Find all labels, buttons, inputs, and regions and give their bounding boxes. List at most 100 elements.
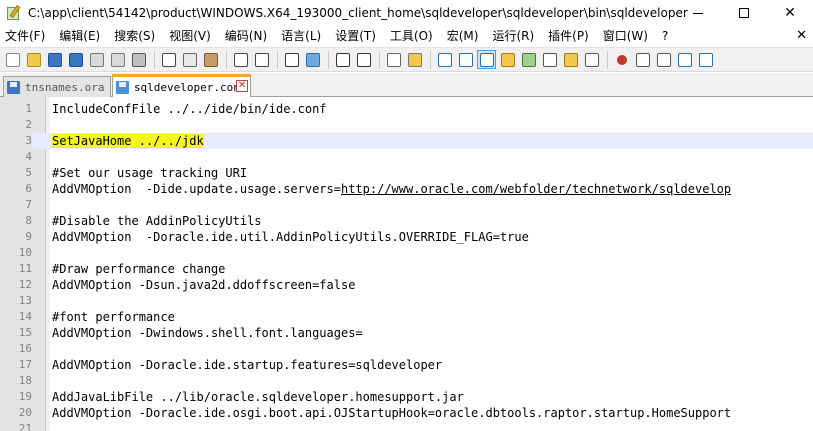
code-line[interactable]: 15 AddVMOption -Dwindows.shell.font.langu…: [0, 325, 813, 341]
line-code: #Set our usage tracking URI: [52, 166, 248, 180]
stop-record-button[interactable]: [633, 50, 652, 69]
line-number: 14: [18, 310, 32, 323]
code-line[interactable]: 18: [0, 373, 813, 389]
code-line[interactable]: 13: [0, 293, 813, 309]
line-code: AddJavaLibFile ../lib/oracle.sqldevelope…: [52, 390, 464, 404]
close-document-button[interactable]: ✕: [796, 26, 807, 46]
code-line[interactable]: 17 AddVMOption -Doracle.ide.startup.featu…: [0, 357, 813, 373]
user-lang-button[interactable]: [498, 50, 517, 69]
toolbar-separator: [607, 50, 608, 69]
indent-guide-button[interactable]: [477, 50, 496, 69]
menu-tools[interactable]: 工具(O): [383, 26, 440, 46]
close-all-button[interactable]: [108, 50, 127, 69]
line-text: AddVMOption -Doracle.ide.util.AddinPolic…: [52, 229, 529, 245]
tab-tnsnames[interactable]: tnsnames.ora: [3, 76, 111, 97]
folder-workspace-icon: [563, 52, 578, 67]
code-line[interactable]: 8 #Disable the AddinPolicyUtils: [0, 213, 813, 229]
line-number: 2: [25, 118, 32, 131]
show-all-chars-button[interactable]: [456, 50, 475, 69]
save-all-button[interactable]: [66, 50, 85, 69]
paste-button[interactable]: [201, 50, 220, 69]
line-text: AddJavaLibFile ../lib/oracle.sqldevelope…: [52, 389, 464, 405]
folder-workspace-button[interactable]: [561, 50, 580, 69]
find-button[interactable]: [282, 50, 301, 69]
code-line[interactable]: 10: [0, 245, 813, 261]
line-text: SetJavaHome ../../jdk: [52, 133, 204, 149]
copy-button[interactable]: [180, 50, 199, 69]
menu-plugins[interactable]: 插件(P): [541, 26, 596, 46]
menu-language[interactable]: 语言(L): [274, 26, 328, 46]
code-line[interactable]: 12 AddVMOption -Dsun.java2d.ddoffscreen=f…: [0, 277, 813, 293]
replace-icon: [305, 52, 320, 67]
code-line[interactable]: 14 #font performance: [0, 309, 813, 325]
line-number: 6: [25, 182, 32, 195]
doc-map-icon: [521, 52, 536, 67]
run-macro-multiple-button[interactable]: [675, 50, 694, 69]
hyperlink[interactable]: http://www.oracle.com/webfolder/technetw…: [341, 182, 731, 196]
word-wrap-icon: [437, 52, 452, 67]
maximize-button[interactable]: [721, 0, 767, 26]
menu-edit[interactable]: 编辑(E): [52, 26, 107, 46]
doc-map-button[interactable]: [519, 50, 538, 69]
open-file-icon: [26, 52, 41, 67]
editor[interactable]: 1 IncludeConfFile ../../ide/bin/ide.conf 2…: [0, 97, 813, 431]
menu-search[interactable]: 搜索(S): [107, 26, 162, 46]
close-icon: ✕: [784, 5, 796, 21]
line-number: 5: [25, 166, 32, 179]
function-list-icon: [542, 52, 557, 67]
redo-button[interactable]: [252, 50, 271, 69]
tab-sqldeveloper-conf[interactable]: sqldeveloper.conf ✕: [112, 74, 251, 98]
close-window-button[interactable]: ✕: [767, 0, 813, 26]
cut-button[interactable]: [159, 50, 178, 69]
line-number: 18: [18, 374, 32, 387]
zoom-out-button[interactable]: [354, 50, 373, 69]
menu-settings[interactable]: 设置(T): [328, 26, 383, 46]
menu-window[interactable]: 窗口(W): [596, 26, 655, 46]
menu-macro[interactable]: 宏(M): [440, 26, 486, 46]
zoom-in-button[interactable]: [333, 50, 352, 69]
close-button[interactable]: [87, 50, 106, 69]
code-line[interactable]: 4: [0, 149, 813, 165]
line-text: AddVMOption -Dwindows.shell.font.languag…: [52, 325, 363, 341]
toolbar-separator: [379, 50, 380, 69]
menu-file[interactable]: 文件(F): [0, 26, 52, 46]
menu-help[interactable]: ?: [655, 26, 675, 46]
code-line[interactable]: 6 AddVMOption -Dide.update.usage.servers=…: [0, 181, 813, 197]
code-line[interactable]: 16: [0, 341, 813, 357]
code-line[interactable]: 1 IncludeConfFile ../../ide/bin/ide.conf: [0, 101, 813, 117]
minimize-button[interactable]: [675, 0, 721, 26]
stop-record-icon: [635, 52, 650, 67]
function-list-button[interactable]: [540, 50, 559, 69]
code-line[interactable]: 2: [0, 117, 813, 133]
sync-vertical-button[interactable]: [384, 50, 403, 69]
code-line[interactable]: 9 AddVMOption -Doracle.ide.util.AddinPoli…: [0, 229, 813, 245]
close-tab-icon[interactable]: ✕: [236, 80, 248, 92]
line-code: SetJavaHome ../../jdk: [52, 134, 204, 148]
title-bar: C:\app\client\54142\product\WINDOWS.X64_…: [0, 0, 813, 26]
code-line[interactable]: 20 AddVMOption -Doracle.ide.osgi.boot.api…: [0, 405, 813, 421]
print-icon: [131, 52, 146, 67]
menu-view[interactable]: 视图(V): [162, 26, 218, 46]
code-line[interactable]: 11 #Draw performance change: [0, 261, 813, 277]
line-code: AddVMOption -Dide.update.usage.servers=: [52, 182, 341, 196]
open-file-button[interactable]: [24, 50, 43, 69]
undo-button[interactable]: [231, 50, 250, 69]
monitor-button[interactable]: [582, 50, 601, 69]
word-wrap-button[interactable]: [435, 50, 454, 69]
menu-encoding[interactable]: 编码(N): [218, 26, 274, 46]
code-line[interactable]: 19 AddJavaLibFile ../lib/oracle.sqldevelo…: [0, 389, 813, 405]
print-button[interactable]: [129, 50, 148, 69]
code-line[interactable]: 7: [0, 197, 813, 213]
code-line[interactable]: 21: [0, 421, 813, 431]
sync-horizontal-button[interactable]: [405, 50, 424, 69]
close-all-icon: [110, 52, 125, 67]
play-macro-button[interactable]: [654, 50, 673, 69]
new-file-button[interactable]: [3, 50, 22, 69]
menu-run[interactable]: 运行(R): [485, 26, 541, 46]
save-macro-button[interactable]: [696, 50, 715, 69]
replace-button[interactable]: [303, 50, 322, 69]
code-line[interactable]: 5 #Set our usage tracking URI: [0, 165, 813, 181]
code-line[interactable]: 3 SetJavaHome ../../jdk: [0, 133, 813, 149]
record-macro-button[interactable]: [612, 50, 631, 69]
save-button[interactable]: [45, 50, 64, 69]
